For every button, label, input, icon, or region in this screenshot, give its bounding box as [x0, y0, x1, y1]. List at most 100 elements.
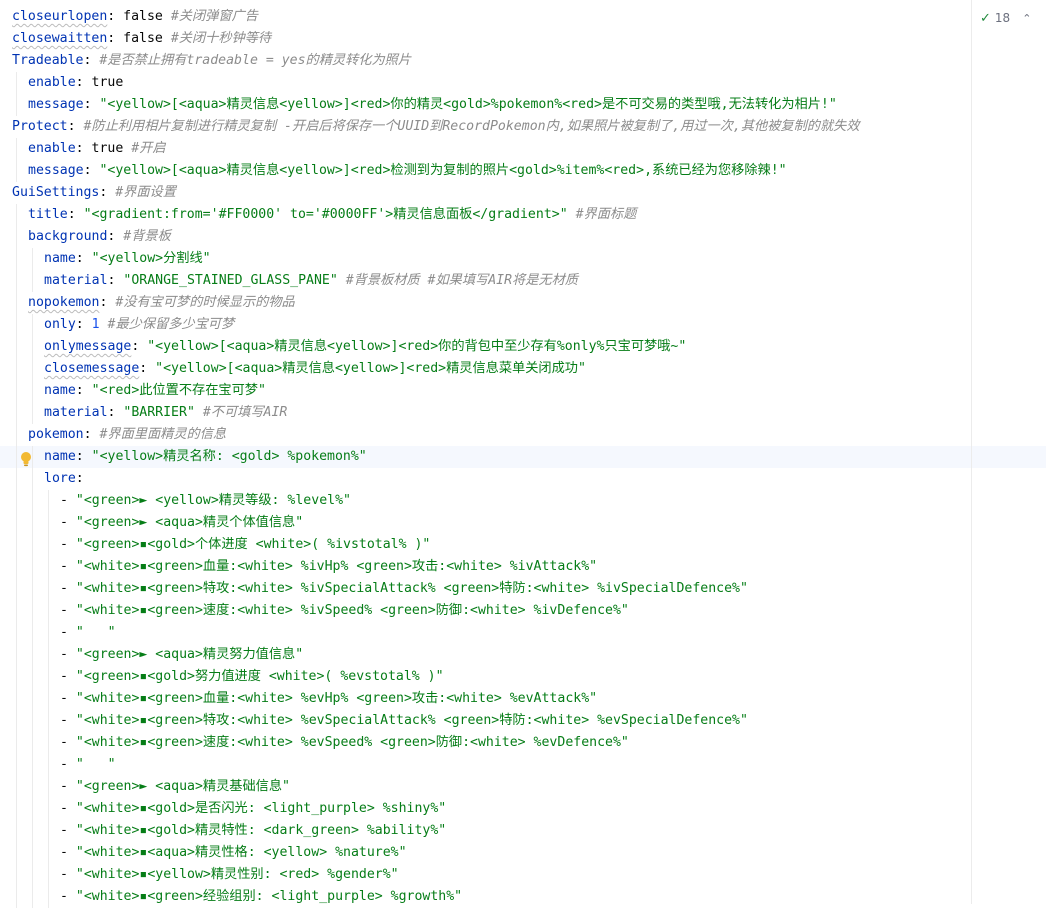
yaml-token: :: [75, 383, 92, 398]
yaml-token: -: [60, 537, 76, 552]
chevron-up-icon[interactable]: ⌃: [1022, 12, 1031, 25]
indent-guide: [16, 358, 17, 380]
code-editor[interactable]: closeurlopen: false #关闭弹窗广告 closewaitten:…: [0, 0, 1046, 908]
code-text: - "<white>▪<yellow>精灵性别: <red> %gender%": [60, 864, 399, 886]
code-text: - "<white>▪<aqua>精灵性格: <yellow> %nature%…: [60, 842, 407, 864]
yaml-string: "<white>▪<gold>精灵特性: <dark_green> %abili…: [75, 823, 447, 838]
code-line[interactable]: - "<white>▪<green>速度:<white> %ivSpeed% <…: [0, 600, 1046, 622]
code-line[interactable]: material: "ORANGE_STAINED_GLASS_PANE" #背…: [0, 270, 1046, 292]
code-line[interactable]: - "<white>▪<green>血量:<white> %ivHp% <gre…: [0, 556, 1046, 578]
code-line[interactable]: name: "<yellow>精灵名称: <gold> %pokemon%": [0, 446, 1046, 468]
yaml-string: "<yellow>分割线": [91, 251, 211, 266]
indent-guide: [16, 204, 17, 226]
code-text: title: "<gradient:from='#FF0000' to='#00…: [28, 204, 636, 226]
yaml-string: "<gradient:from='#FF0000' to='#0000FF'>精…: [83, 207, 576, 222]
code-line[interactable]: - " ": [0, 622, 1046, 644]
inspection-widget[interactable]: ✓ 18 ⌃: [980, 8, 1031, 28]
yaml-string: "<yellow>精灵名称: <gold> %pokemon%": [91, 449, 367, 464]
code-line[interactable]: Tradeable: #是否禁止拥有tradeable = yes的精灵转化为照…: [0, 50, 1046, 72]
code-line[interactable]: - "<white>▪<aqua>精灵性格: <yellow> %nature%…: [0, 842, 1046, 864]
indent-guide: [32, 556, 33, 578]
yaml-comment: #是否禁止拥有tradeable = yes的精灵转化为照片: [99, 53, 412, 68]
indent-guide: [48, 864, 49, 886]
code-line[interactable]: closeurlopen: false #关闭弹窗广告: [0, 6, 1046, 28]
code-line[interactable]: name: "<yellow>分割线": [0, 248, 1046, 270]
code-line[interactable]: title: "<gradient:from='#FF0000' to='#00…: [0, 204, 1046, 226]
code-line[interactable]: onlymessage: "<yellow>[<aqua>精灵信息<yellow…: [0, 336, 1046, 358]
indent-guide: [16, 446, 17, 468]
indent-guide: [16, 644, 17, 666]
code-line[interactable]: pokemon: #界面里面精灵的信息: [0, 424, 1046, 446]
code-line[interactable]: - "<green>► <aqua>精灵努力值信息": [0, 644, 1046, 666]
indent-guide: [16, 710, 17, 732]
code-line[interactable]: background: #背景板: [0, 226, 1046, 248]
code-line[interactable]: - "<white>▪<gold>精灵特性: <dark_green> %abi…: [0, 820, 1046, 842]
code-line[interactable]: - " ": [0, 754, 1046, 776]
code-line[interactable]: nopokemon: #没有宝可梦的时候显示的物品: [0, 292, 1046, 314]
yaml-key: pokemon: [28, 427, 84, 442]
indent-guide: [48, 666, 49, 688]
yaml-token: :: [75, 471, 84, 486]
yaml-token: false: [123, 9, 171, 24]
yaml-key: closemessage: [44, 361, 140, 376]
code-line[interactable]: enable: true: [0, 72, 1046, 94]
yaml-string: "<yellow>[<aqua>精灵信息<yellow>]<red>你的背包中至…: [147, 339, 687, 354]
yaml-key: name: [44, 383, 76, 398]
code-line[interactable]: - "<white>▪<green>特攻:<white> %evSpecialA…: [0, 710, 1046, 732]
code-text: - "<white>▪<green>血量:<white> %evHp% <gre…: [60, 688, 597, 710]
code-line[interactable]: closemessage: "<yellow>[<aqua>精灵信息<yello…: [0, 358, 1046, 380]
indent-guide: [32, 864, 33, 886]
yaml-comment: #开启: [131, 141, 166, 156]
indent-guide: [48, 820, 49, 842]
yaml-token: :: [99, 295, 116, 310]
yaml-token: :: [83, 53, 100, 68]
code-line[interactable]: message: "<yellow>[<aqua>精灵信息<yellow>]<r…: [0, 160, 1046, 182]
code-text: - "<green>▪<gold>个体进度 <white>( %ivstotal…: [60, 534, 430, 556]
yaml-string: "<white>▪<green>血量:<white> %evHp% <green…: [75, 691, 598, 706]
code-line[interactable]: - "<green>► <yellow>精灵等级: %level%": [0, 490, 1046, 512]
indent-guide: [32, 490, 33, 512]
code-line[interactable]: - "<green>► <aqua>精灵基础信息": [0, 776, 1046, 798]
yaml-comment: #不可填写AIR: [202, 405, 288, 420]
yaml-key: Tradeable: [12, 53, 84, 68]
yaml-string: "<yellow>[<aqua>精灵信息<yellow>]<red>精灵信息菜单…: [155, 361, 586, 376]
yaml-token: -: [60, 559, 76, 574]
code-text: nopokemon: #没有宝可梦的时候显示的物品: [28, 292, 295, 314]
yaml-token: :: [131, 339, 148, 354]
indent-guide: [32, 776, 33, 798]
code-line[interactable]: - "<green>▪<gold>努力值进度 <white>( %evstota…: [0, 666, 1046, 688]
yaml-key: only: [44, 317, 76, 332]
indent-guide: [16, 94, 17, 116]
code-line[interactable]: - "<white>▪<yellow>精灵性别: <red> %gender%": [0, 864, 1046, 886]
indent-guide: [32, 732, 33, 754]
code-line[interactable]: - "<white>▪<green>经验组别: <light_purple> %…: [0, 886, 1046, 908]
code-line[interactable]: - "<green>► <aqua>精灵个体值信息": [0, 512, 1046, 534]
indent-guide: [32, 710, 33, 732]
yaml-token: :: [75, 317, 92, 332]
lightbulb-icon[interactable]: [19, 451, 33, 467]
code-line[interactable]: only: 1 #最少保留多少宝可梦: [0, 314, 1046, 336]
code-line[interactable]: - "<white>▪<gold>是否闪光: <light_purple> %s…: [0, 798, 1046, 820]
code-line[interactable]: material: "BARRIER" #不可填写AIR: [0, 402, 1046, 424]
code-line[interactable]: - "<white>▪<green>速度:<white> %evSpeed% <…: [0, 732, 1046, 754]
yaml-token: -: [60, 823, 76, 838]
code-line[interactable]: lore:: [0, 468, 1046, 490]
code-line[interactable]: - "<white>▪<green>血量:<white> %evHp% <gre…: [0, 688, 1046, 710]
indent-guide: [16, 666, 17, 688]
indent-guide: [48, 534, 49, 556]
yaml-string: "<yellow>[<aqua>精灵信息<yellow>]<red>检测到为复制…: [99, 163, 787, 178]
code-line[interactable]: message: "<yellow>[<aqua>精灵信息<yellow>]<r…: [0, 94, 1046, 116]
code-line[interactable]: name: "<red>此位置不存在宝可梦": [0, 380, 1046, 402]
yaml-token: -: [60, 691, 76, 706]
code-text: pokemon: #界面里面精灵的信息: [28, 424, 226, 446]
yaml-string: "<white>▪<green>血量:<white> %ivHp% <green…: [75, 559, 598, 574]
yaml-token: -: [60, 889, 76, 904]
code-line[interactable]: Protect: #防止利用相片复制进行精灵复制 -开启后将保存一个UUID到R…: [0, 116, 1046, 138]
code-line[interactable]: - "<white>▪<green>特攻:<white> %ivSpecialA…: [0, 578, 1046, 600]
yaml-token: :: [83, 97, 100, 112]
code-line[interactable]: GuiSettings: #界面设置: [0, 182, 1046, 204]
code-line[interactable]: - "<green>▪<gold>个体进度 <white>( %ivstotal…: [0, 534, 1046, 556]
code-line[interactable]: enable: true #开启: [0, 138, 1046, 160]
yaml-string: "<white>▪<yellow>精灵性别: <red> %gender%": [75, 867, 399, 882]
code-line[interactable]: closewaitten: false #关闭十秒钟等待: [0, 28, 1046, 50]
